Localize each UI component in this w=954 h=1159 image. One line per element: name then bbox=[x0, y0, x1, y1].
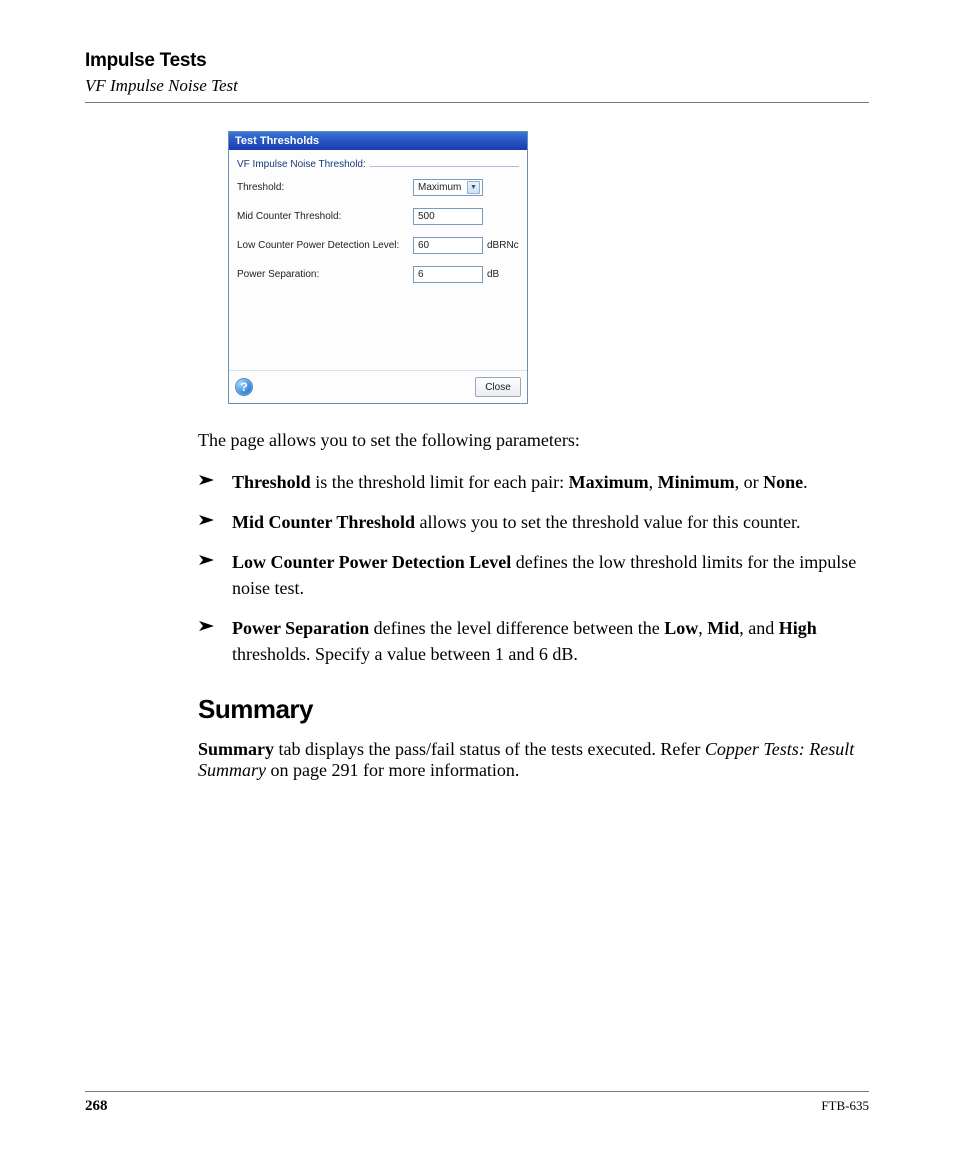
low-counter-unit: dBRNc bbox=[487, 240, 519, 251]
text: allows you to set the threshold value fo… bbox=[415, 512, 800, 532]
header-rule bbox=[85, 102, 869, 103]
page-header-subtitle: VF Impulse Noise Test bbox=[85, 76, 869, 96]
low-counter-input[interactable]: 60 bbox=[413, 237, 483, 254]
mid-counter-label: Mid Counter Threshold: bbox=[237, 211, 409, 222]
summary-paragraph: Summary tab displays the pass/fail statu… bbox=[198, 739, 869, 781]
product-id: FTB-635 bbox=[821, 1098, 869, 1114]
power-sep-value: 6 bbox=[418, 269, 424, 280]
term-none: None bbox=[763, 472, 803, 492]
arrow-icon bbox=[198, 509, 222, 535]
text: thresholds. Specify a value between 1 an… bbox=[232, 644, 578, 664]
text: tab displays the pass/fail status of the… bbox=[274, 739, 705, 759]
arrow-icon bbox=[198, 469, 222, 495]
power-sep-input[interactable]: 6 bbox=[413, 266, 483, 283]
text: . bbox=[803, 472, 808, 492]
low-counter-value: 60 bbox=[418, 240, 429, 251]
bullet-power-sep: Power Separation defines the level diffe… bbox=[198, 615, 869, 667]
mid-counter-input[interactable]: 500 bbox=[413, 208, 483, 225]
help-icon[interactable]: ? bbox=[235, 378, 253, 396]
fieldset-legend: VF Impulse Noise Threshold: bbox=[237, 159, 370, 170]
threshold-select[interactable]: Maximum ▼ bbox=[413, 179, 483, 196]
term-mid: Mid bbox=[707, 618, 739, 638]
threshold-label: Threshold: bbox=[237, 182, 409, 193]
threshold-value: Maximum bbox=[418, 182, 461, 193]
arrow-icon bbox=[198, 549, 222, 601]
text: , bbox=[698, 618, 707, 638]
term-min: Minimum bbox=[658, 472, 735, 492]
term-max: Maximum bbox=[569, 472, 649, 492]
text: , bbox=[649, 472, 658, 492]
text: on page 291 for more information. bbox=[266, 760, 519, 780]
summary-heading: Summary bbox=[198, 694, 869, 725]
chevron-down-icon: ▼ bbox=[467, 181, 480, 194]
dialog-title: Test Thresholds bbox=[229, 132, 527, 150]
summary-term: Summary bbox=[198, 739, 274, 759]
term: Low Counter Power Detection Level bbox=[232, 552, 511, 572]
text: defines the level difference between the bbox=[369, 618, 664, 638]
bullet-threshold: Threshold is the threshold limit for eac… bbox=[198, 469, 869, 495]
test-thresholds-dialog: Test Thresholds VF Impulse Noise Thresho… bbox=[228, 131, 528, 404]
power-sep-unit: dB bbox=[487, 269, 519, 280]
text: is the threshold limit for each pair: bbox=[311, 472, 569, 492]
page-header-title: Impulse Tests bbox=[85, 50, 869, 72]
term: Power Separation bbox=[232, 618, 369, 638]
footer-rule bbox=[85, 1091, 869, 1092]
bullet-low-counter: Low Counter Power Detection Level define… bbox=[198, 549, 869, 601]
mid-counter-value: 500 bbox=[418, 211, 435, 222]
power-sep-label: Power Separation: bbox=[237, 269, 409, 280]
bullet-mid-counter: Mid Counter Threshold allows you to set … bbox=[198, 509, 869, 535]
term-high: High bbox=[779, 618, 817, 638]
text: , and bbox=[739, 618, 779, 638]
page-number: 268 bbox=[85, 1098, 108, 1115]
close-button[interactable]: Close bbox=[475, 377, 521, 397]
term: Threshold bbox=[232, 472, 311, 492]
term: Mid Counter Threshold bbox=[232, 512, 415, 532]
low-counter-label: Low Counter Power Detection Level: bbox=[237, 240, 409, 251]
arrow-icon bbox=[198, 615, 222, 667]
text: , or bbox=[735, 472, 764, 492]
intro-paragraph: The page allows you to set the following… bbox=[198, 430, 869, 451]
term-low: Low bbox=[664, 618, 698, 638]
